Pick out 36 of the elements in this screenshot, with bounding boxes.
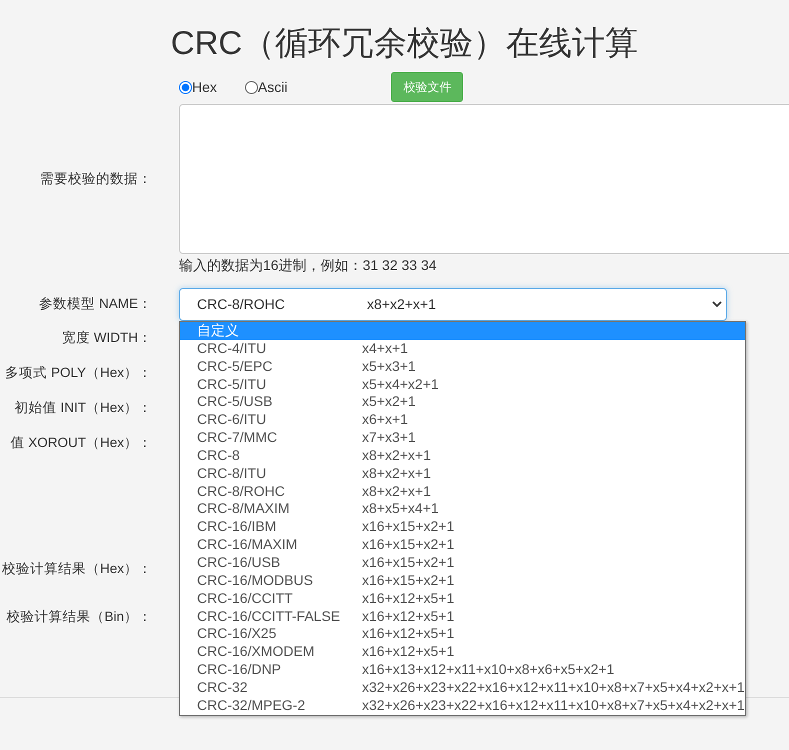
field-label: 校验计算结果（Hex）： [2,560,152,578]
dropdown-option[interactable]: CRC-8/ROHC x8+x2+x+1 [180,482,745,500]
dropdown-option[interactable]: CRC-16/IBM x16+x15+x2+1 [180,518,745,536]
field-label: 宽度 WIDTH： [62,329,152,348]
field-label: 校验计算结果（Bin）： [6,608,152,626]
dropdown-option[interactable]: CRC-16/X25 x16+x12+x5+1 [180,625,745,644]
page-title: CRC（循环冗余校验）在线计算 [170,23,640,63]
radio-option[interactable]: Ascii [244,76,288,98]
dropdown-option[interactable]: CRC-5/EPC x5+x3+1 [180,358,745,376]
field-label: 多项式 POLY（Hex）： [5,364,152,382]
dropdown-option[interactable]: CRC-32 x32+x26+x23+x22+x16+x12+x11+x10+x8+x7+x5+x4+x2+x+1 [180,678,745,697]
radio-option[interactable]: Hex [179,76,217,98]
dropdown-option[interactable]: CRC-16/CCITT x16+x12+x5+1 [180,590,745,608]
field-label: 值 XOROUT（Hex）： [10,434,152,452]
hint-text: 输入的数据为16进制，例如：31 32 33 34 [179,256,437,272]
dropdown-option[interactable]: CRC-8/MAXIM x8+x5+x4+1 [180,500,745,518]
dropdown-option[interactable]: CRC-4/ITU x4+x+1 [180,340,745,358]
dropdown-option[interactable]: CRC-16/USB x16+x15+x2+1 [180,554,745,572]
dropdown-option[interactable]: CRC-6/ITU x6+x+1 [180,411,745,430]
dropdown-option[interactable]: CRC-32/MPEG-2 x32+x26+x23+x22+x16+x12+x11+x10+x8+x7+x5+x4+x2+x+1 [180,696,745,715]
field-label: 初始值 INIT（Hex）： [14,399,152,418]
dropdown-option[interactable]: CRC-16/CCITT-FALSE x16+x12+x5+1 [180,608,745,626]
dropdown-option[interactable]: CRC-7/MMC x7+x3+1 [180,429,745,447]
dropdown-option[interactable]: CRC-8 x8+x2+x+1 [180,446,745,465]
caret-icon [712,301,722,308]
dropdown-option[interactable]: CRC-16/DNP x16+x13+x12+x11+x10+x8+x6+x5+x2+1 [180,661,745,679]
field-label: 参数模型 NAME： [39,295,152,314]
model-select[interactable]: CRC-8/ROHC x8+x2+x+1 [179,288,727,321]
dropdown-option[interactable]: CRC-5/ITU x5+x4+x2+1 [180,376,745,394]
dropdown-option[interactable]: CRC-8/ITU x8+x2+x+1 [180,464,745,483]
field-label: 需要校验的数据： [40,170,152,188]
dropdown-option[interactable]: CRC-16/MAXIM x16+x15+x2+1 [180,536,745,554]
dropdown-option[interactable]: CRC-16/MODBUS x16+x15+x2+1 [180,572,745,590]
dropdown-option[interactable]: CRC-5/USB x5+x2+1 [180,393,745,412]
data-input-field[interactable] [179,104,789,254]
dropdown-option[interactable]: CRC-16/XMODEM x16+x12+x5+1 [180,643,745,662]
